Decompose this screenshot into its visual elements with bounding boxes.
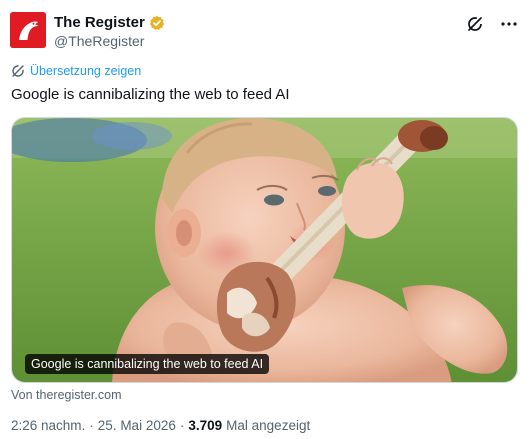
tweet-header: The Register @TheRegister (10, 12, 519, 52)
more-options-icon[interactable] (499, 14, 519, 34)
register-vulture-logo-icon (10, 12, 46, 48)
view-count: 3.709 (188, 418, 223, 433)
translate-link[interactable]: Übersetzung zeigen (11, 64, 141, 78)
author-handle[interactable]: @TheRegister (54, 33, 144, 49)
view-label: Mal angezeigt (226, 418, 311, 433)
link-source[interactable]: Von theregister.com (11, 388, 121, 402)
link-card-image[interactable]: Google is cannibalizing the web to feed … (11, 117, 518, 383)
media-caption: Google is cannibalizing the web to feed … (25, 354, 270, 374)
meta-separator: · (89, 418, 94, 433)
translate-globe-icon (12, 65, 24, 77)
meta-separator-2: · (179, 418, 185, 433)
baby-with-bone-image (12, 118, 517, 382)
verified-gold-badge-icon[interactable] (149, 15, 165, 31)
avatar[interactable] (10, 12, 46, 48)
author-display-name[interactable]: The Register (54, 14, 145, 31)
tweet-meta: 2:26 nachm. · 25. Mai 2026 · 3.709 Mal a… (11, 418, 310, 433)
grok-icon[interactable] (465, 14, 485, 34)
tweet-date[interactable]: 25. Mai 2026 (98, 418, 176, 433)
tweet-text: Google is cannibalizing the web to feed … (11, 86, 290, 103)
translate-label[interactable]: Übersetzung zeigen (30, 64, 141, 78)
tweet-time[interactable]: 2:26 nachm. (11, 418, 85, 433)
